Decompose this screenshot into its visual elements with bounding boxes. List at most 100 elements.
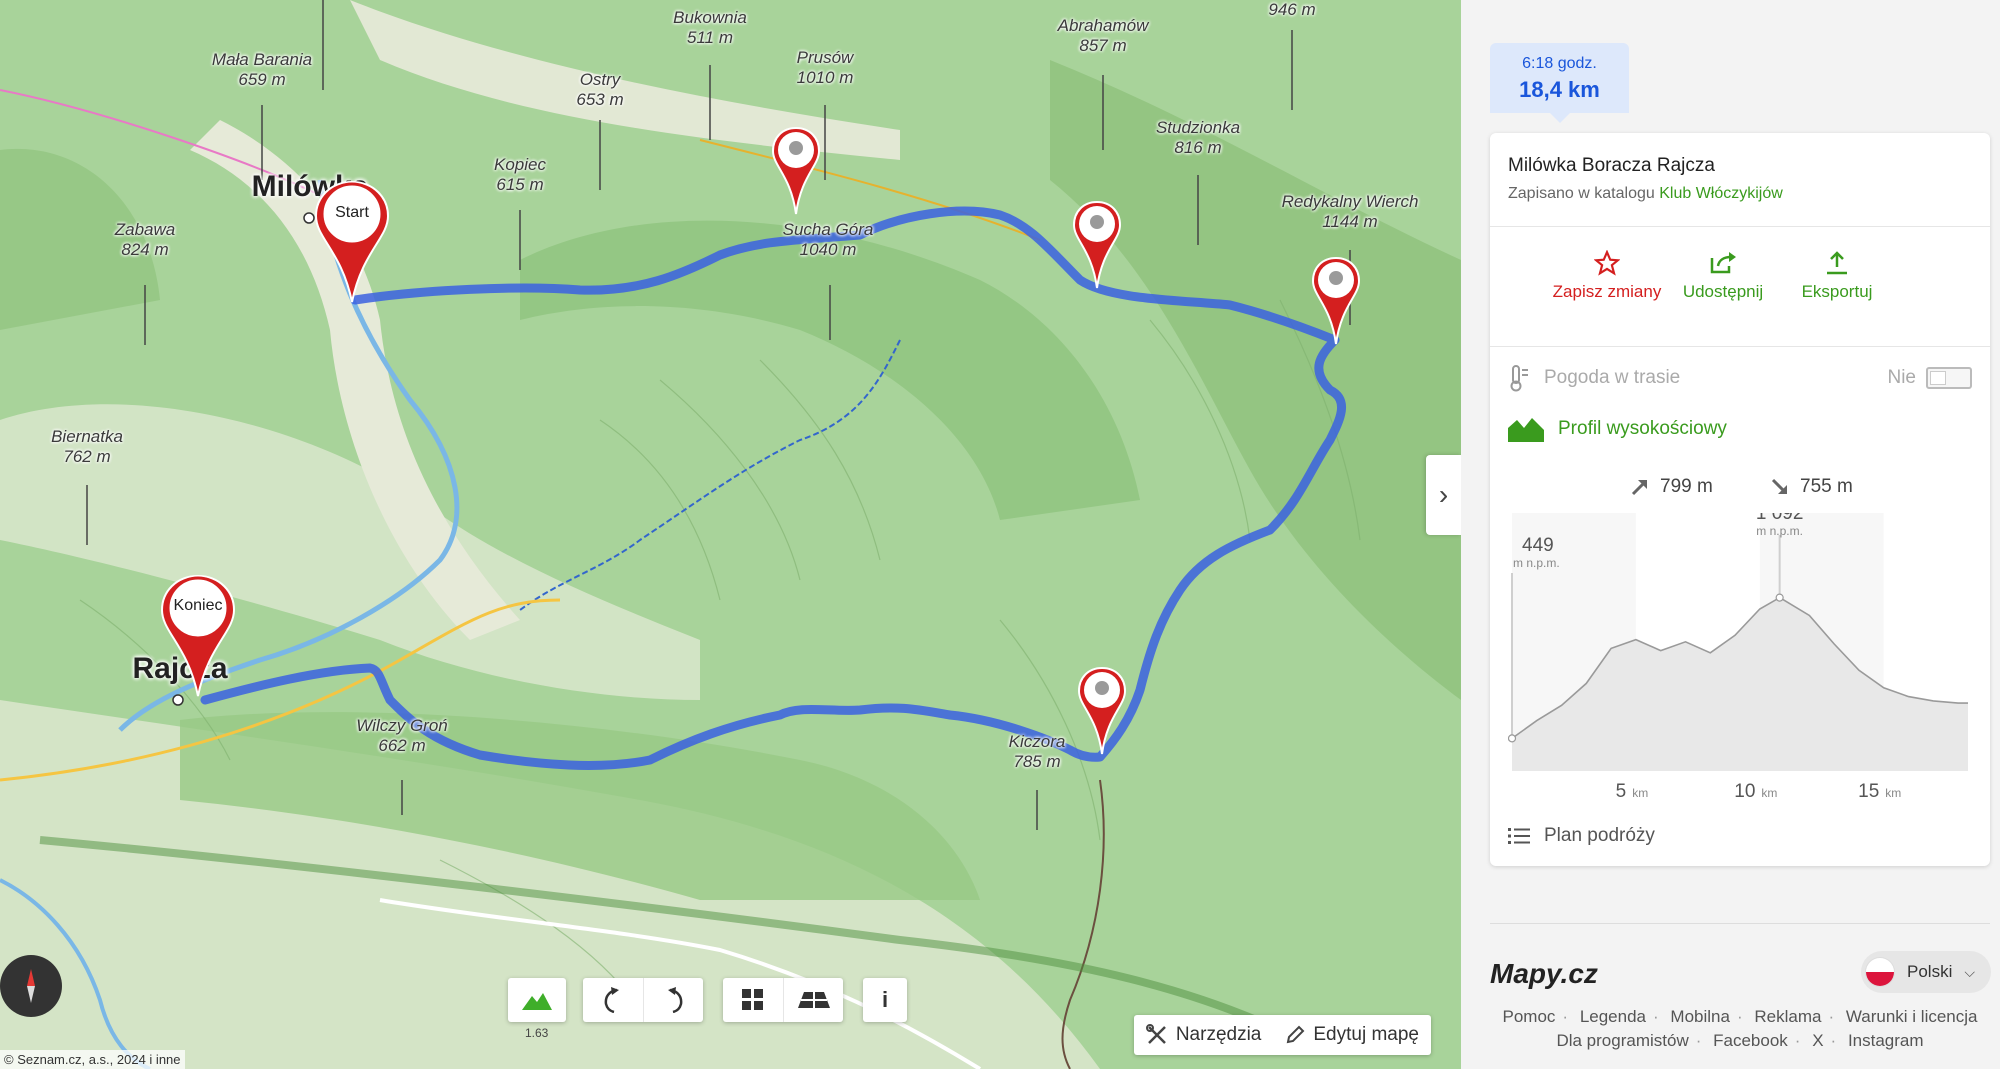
footer-link[interactable]: Facebook [1713, 1031, 1788, 1050]
weather-toggle[interactable] [1926, 367, 1972, 389]
rotate-left-icon [604, 987, 619, 1013]
km-tick-label: 5 km [1616, 781, 1649, 802]
max-elev-label: 1 092 [1756, 513, 1804, 524]
end-pin[interactable] [158, 572, 238, 700]
mapy-cz-logo[interactable]: Mapy.cz [1490, 955, 1610, 991]
footer-links: Pomoc · Legenda · Mobilna · Reklama · Warunk… [1502, 1007, 1978, 1050]
star-icon [1594, 250, 1620, 276]
max-elev-unit: m n.p.m. [1756, 524, 1803, 538]
compass-icon [27, 969, 35, 1003]
start-elev-unit: m n.p.m. [1513, 556, 1560, 570]
waypoint-pin[interactable] [1072, 200, 1122, 290]
km-tick-label: 10 km [1734, 781, 1777, 802]
route-duration: 6:18 godz. [1522, 55, 1597, 72]
thermometer-icon [1510, 365, 1528, 392]
travel-plan-label: Plan podróży [1544, 825, 1655, 846]
route-summary-tab[interactable]: 6:18 godz. 18,4 km [1490, 43, 1629, 123]
footer-link[interactable]: Reklama [1754, 1007, 1821, 1026]
view-controls [723, 978, 843, 1022]
collapse-panel-button[interactable]: › [1426, 455, 1461, 535]
elevation-profile-chart[interactable]: 449 m n.p.m. 1 092 m n.p.m. 5 km 10 km 15 km [1508, 513, 1972, 813]
share-label: Udostępnij [1682, 282, 1764, 301]
language-label: Polski [1907, 962, 1953, 981]
footer-link[interactable]: Pomoc [1502, 1007, 1555, 1026]
weather-row[interactable]: Pogoda w trasie Nie [1508, 359, 1972, 397]
zoom-level: 1.63 [525, 1026, 549, 1040]
map-tilt-button[interactable] [783, 978, 843, 1022]
catalog-prefix: Zapisano w katalogu [1508, 185, 1655, 202]
info-icon: i [881, 987, 889, 1012]
tools-icon [1145, 1024, 1166, 1044]
export-label: Eksportuj [1801, 282, 1873, 301]
peak-label: Wilczy Groń 662 m [356, 716, 448, 755]
perspective-icon [797, 992, 830, 1008]
export-icon [1827, 251, 1847, 275]
peak-label: Ostry 653 m [576, 70, 624, 109]
edit-map-button[interactable]: Edytuj mapę [1273, 1015, 1431, 1055]
chevron-right-icon: › [1438, 479, 1449, 510]
footer-link[interactable]: Instagram [1848, 1031, 1924, 1050]
footer-link[interactable]: Warunki i licencja [1846, 1007, 1978, 1026]
map-2d-button[interactable] [723, 978, 783, 1022]
peak-label: Studzionka 816 m [1155, 118, 1241, 157]
weather-toggle-value: Nie [1887, 367, 1916, 388]
route-distance: 18,4 km [1519, 77, 1600, 102]
map-view[interactable]: Bukownia 511 m Abrahamów 857 m 946 m Mała … [0, 0, 1461, 1069]
peak-label: Abrahamów 857 m [1057, 16, 1149, 55]
export-button[interactable]: Eksportuj [1782, 246, 1892, 303]
catalog-link[interactable]: Klub Włóczykijów [1659, 185, 1783, 202]
footer-link[interactable]: Legenda [1580, 1007, 1646, 1026]
footer-link[interactable]: Mobilna [1670, 1007, 1730, 1026]
tools-button[interactable]: Narzędzia [1134, 1015, 1274, 1055]
polish-flag-icon [1865, 957, 1895, 987]
descent-value: 755 m [1800, 476, 1853, 497]
descent-stat: 755 m [1770, 476, 1853, 498]
weather-label: Pogoda w trasie [1544, 367, 1681, 388]
pencil-icon [1287, 1025, 1305, 1044]
elevation-profile-header[interactable]: Profil wysokościowy [1508, 411, 1972, 447]
peak-label: Biernatka 762 m [51, 427, 123, 466]
peak-label: Kopiec 615 m [494, 155, 546, 194]
rotate-right-button[interactable] [643, 978, 703, 1022]
waypoint-pin[interactable] [1311, 256, 1361, 346]
elevation-profile-label: Profil wysokościowy [1558, 418, 1727, 439]
peak-label: Sucha Góra 1040 m [782, 220, 874, 259]
max-elev-dot [1775, 593, 1784, 602]
peak-label: Zabawa 824 m [114, 220, 176, 259]
peak-label: Kiczora 785 m [1008, 732, 1066, 771]
start-pin[interactable] [312, 178, 392, 306]
share-button[interactable]: Udostępnij [1668, 246, 1778, 303]
save-changes-button[interactable]: Zapisz zmiany [1552, 246, 1662, 303]
peak-label: Prusów 1010 m [796, 48, 854, 87]
rotate-controls [583, 978, 703, 1022]
terrain-map[interactable] [0, 0, 1461, 1069]
ascent-value: 799 m [1660, 476, 1713, 497]
terrain-3d-button[interactable] [508, 978, 566, 1022]
route-title: Milówka Boracza Rajcza [1508, 155, 1715, 176]
compass-button[interactable] [0, 955, 62, 1017]
footer-link[interactable]: X [1812, 1031, 1823, 1050]
rotate-left-button[interactable] [583, 978, 643, 1022]
end-pin-label: Koniec [173, 597, 223, 614]
arrow-down-right-icon [1771, 478, 1788, 495]
rotate-right-icon [667, 987, 682, 1013]
map-toolbar: Narzędzia Edytuj mapę [1133, 1015, 1431, 1055]
language-selector[interactable]: Polski ⌵ [1861, 951, 1991, 993]
route-card: Milówka Boracza Rajcza Zapisano w katalo… [1490, 133, 1990, 866]
travel-plan-button[interactable]: Plan podróży [1508, 825, 1655, 847]
list-icon [1508, 828, 1530, 844]
mountain-icon [522, 993, 552, 1010]
share-icon [1710, 252, 1736, 274]
info-button[interactable]: i [863, 978, 907, 1022]
side-panel: 6:18 godz. 18,4 km Milówka Boracza Rajcz… [1461, 0, 2000, 1069]
waypoint-pin[interactable] [1077, 666, 1127, 756]
map-copyright[interactable]: © Seznam.cz, a.s., 2024 i inne [0, 1050, 185, 1069]
grid-icon [742, 989, 763, 1010]
peak-label: 946 m [1268, 0, 1316, 19]
ascent-stat: 799 m [1630, 476, 1713, 498]
waypoint-pin[interactable] [771, 126, 821, 216]
footer-link[interactable]: Dla programistów [1556, 1031, 1688, 1050]
peak-label: Mała Barania 659 m [211, 50, 313, 89]
peak-label: Redykalny Wierch 1144 m [1281, 192, 1419, 231]
route-catalog: Zapisano w katalogu Klub Włóczykijów [1508, 185, 1783, 203]
